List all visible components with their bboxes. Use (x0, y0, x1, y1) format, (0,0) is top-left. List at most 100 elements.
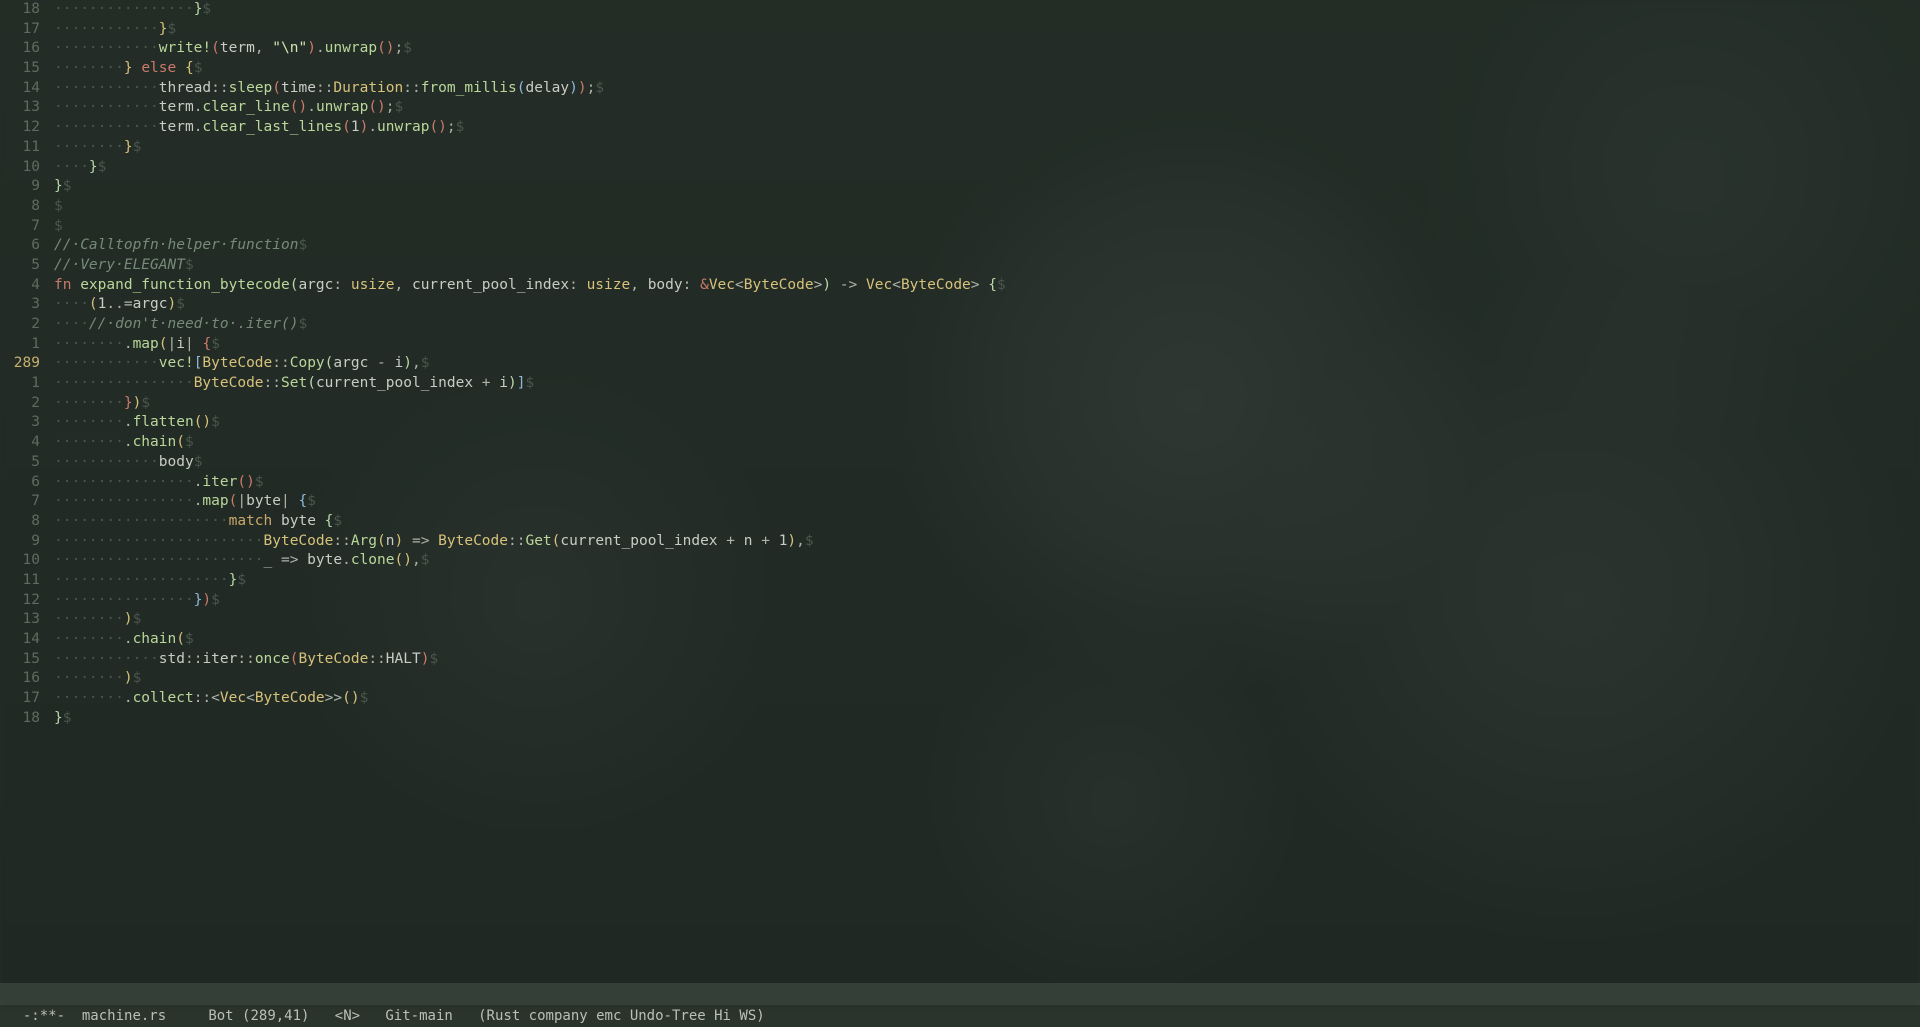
token-mac: vec! (159, 355, 194, 371)
code-line[interactable]: ········} else {$ (54, 59, 1920, 79)
text-editor[interactable]: 1817161514131211109876543212891234567891… (0, 0, 1920, 1005)
code-line[interactable]: ····················}$ (54, 571, 1920, 591)
modeline-modified: -:**- (23, 1008, 65, 1024)
code-line[interactable]: ····//·don't·need·to·.iter()$ (54, 315, 1920, 335)
line-number: 1 (0, 335, 46, 355)
token-p: . (342, 552, 351, 568)
code-line[interactable]: }$ (54, 177, 1920, 197)
code-line[interactable]: ············write!(term, "\n").unwrap();… (54, 39, 1920, 59)
token-fn: chain (133, 631, 177, 647)
token-p: :: (333, 533, 350, 549)
code-line[interactable]: ········.collect::<Vec<ByteCode>>()$ (54, 689, 1920, 709)
token-eol: $ (595, 80, 604, 96)
token-eol: $ (185, 434, 194, 450)
code-line[interactable]: ············term.clear_last_lines(1).unw… (54, 118, 1920, 138)
modeline-position: Bot (289,41) (208, 1008, 309, 1024)
line-number: 3 (0, 295, 46, 315)
token-p: | (185, 336, 202, 352)
code-line[interactable]: fn expand_function_bytecode(argc: usize,… (54, 276, 1920, 296)
token-ws: ············ (54, 99, 159, 115)
token-p: :: (211, 80, 228, 96)
token-id: argc (298, 277, 333, 293)
line-number: 12 (0, 118, 46, 138)
line-number: 10 (0, 158, 46, 178)
token-p: :: (403, 80, 420, 96)
token-ws: ···· (54, 159, 89, 175)
line-number: 14 (0, 630, 46, 650)
code-line[interactable]: ············std::iter::once(ByteCode::HA… (54, 650, 1920, 670)
token-id: term (220, 40, 255, 56)
token-ws: ········ (54, 336, 124, 352)
token-p: . (124, 414, 133, 430)
token-ws: ········ (54, 631, 124, 647)
code-line[interactable]: ············term.clear_line().unwrap();$ (54, 98, 1920, 118)
line-number: 6 (0, 473, 46, 493)
token-cmt: //·don't·need·to·.iter() (89, 316, 299, 332)
token-eol: $ (805, 533, 814, 549)
code-line[interactable]: ········}$ (54, 138, 1920, 158)
token-fn: map (202, 493, 228, 509)
token-ws: ········ (54, 434, 124, 450)
code-line[interactable]: ········.flatten()$ (54, 413, 1920, 433)
token-ws: ························ (54, 552, 264, 568)
code-line[interactable]: //·Very·ELEGANT$ (54, 256, 1920, 276)
token-p: - (368, 355, 394, 371)
code-line[interactable]: $ (54, 197, 1920, 217)
code-line[interactable]: ············}$ (54, 20, 1920, 40)
code-line[interactable]: ························ByteCode::Arg(n)… (54, 532, 1920, 552)
token-par4: ) (569, 80, 578, 96)
token-id: current_pool_index (560, 533, 717, 549)
modeline-state: <N> (335, 1008, 360, 1024)
code-line[interactable]: ····(1..=argc)$ (54, 295, 1920, 315)
code-line[interactable]: ········.map(|i| {$ (54, 335, 1920, 355)
token-eol: $ (98, 159, 107, 175)
token-par4: { (298, 493, 307, 509)
token-ws: ···· (54, 316, 89, 332)
code-line[interactable]: ········})$ (54, 394, 1920, 414)
token-p (316, 513, 325, 529)
token-p: . (307, 99, 316, 115)
code-line[interactable]: $ (54, 217, 1920, 237)
code-line[interactable]: ········)$ (54, 669, 1920, 689)
token-p: + (718, 533, 744, 549)
token-eol: $ (395, 99, 404, 115)
token-p: | (281, 493, 298, 509)
code-line[interactable]: ············thread::sleep(time::Duration… (54, 79, 1920, 99)
code-line[interactable]: ························_ => byte.clone(… (54, 551, 1920, 571)
code-area[interactable]: ················}$············}$········… (54, 0, 1920, 985)
token-par2: () (342, 690, 359, 706)
code-line[interactable]: ············vec![ByteCode::Copy(argc - i… (54, 354, 1920, 374)
code-line[interactable]: ················}$ (54, 0, 1920, 20)
code-line[interactable]: ················ByteCode::Set(current_po… (54, 374, 1920, 394)
token-par2: } (124, 139, 133, 155)
token-id: argc (133, 296, 168, 312)
line-number: 5 (0, 453, 46, 473)
code-line[interactable]: }$ (54, 709, 1920, 729)
token-id: current_pool_index (412, 277, 569, 293)
token-ty: Vec (220, 690, 246, 706)
token-p: ; (386, 99, 395, 115)
code-line[interactable]: ········)$ (54, 610, 1920, 630)
code-line[interactable]: ····}$ (54, 158, 1920, 178)
token-p: . (124, 690, 133, 706)
token-fn: Get (525, 533, 551, 549)
line-number: 13 (0, 610, 46, 630)
token-p: :: (368, 651, 385, 667)
code-line[interactable]: ········.chain($ (54, 433, 1920, 453)
token-p: >> (325, 690, 342, 706)
code-line[interactable]: //·Calltopfn·helper·function$ (54, 236, 1920, 256)
code-line[interactable]: ····················match byte {$ (54, 512, 1920, 532)
line-number: 18 (0, 0, 46, 20)
code-line[interactable]: ········.chain($ (54, 630, 1920, 650)
code-line[interactable]: ················.map(|byte| {$ (54, 492, 1920, 512)
token-id: body (648, 277, 683, 293)
token-p: : (333, 277, 350, 293)
token-eol: $ (185, 631, 194, 647)
token-eol: $ (63, 710, 72, 726)
line-number: 15 (0, 650, 46, 670)
token-fn: Set (281, 375, 307, 391)
code-line[interactable]: ················.iter()$ (54, 473, 1920, 493)
code-line[interactable]: ············body$ (54, 453, 1920, 473)
token-p: . (124, 336, 133, 352)
code-line[interactable]: ················})$ (54, 591, 1920, 611)
